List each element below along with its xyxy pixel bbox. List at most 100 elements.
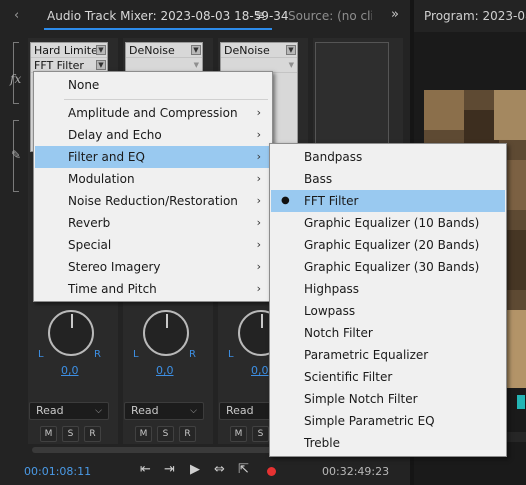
transport-bar: 00:01:08:11 ⇤ ⇥ ▶ ⇔ ⇱ 00:32:49:23 [0, 457, 410, 485]
submenu-item-bandpass[interactable]: Bandpass [271, 146, 505, 168]
chevron-right-icon: › [256, 172, 261, 185]
menu-item-label: Simple Notch Filter [304, 392, 418, 406]
menu-item-label: Notch Filter [304, 326, 373, 340]
play-icon[interactable]: ▶ [190, 462, 200, 477]
menu-item-label: Reverb [68, 216, 111, 230]
effect-slot[interactable]: Hard Limiter ▼ [31, 43, 107, 58]
solo-button[interactable]: S [157, 426, 174, 442]
go-to-in-icon[interactable]: ⇤ [140, 462, 151, 477]
menu-item-special[interactable]: Special › [35, 234, 271, 256]
menu-item-label: Filter and EQ [68, 150, 145, 164]
pan-value[interactable]: 0,0 [61, 364, 79, 377]
pan-value[interactable]: 0,0 [156, 364, 174, 377]
submenu-item-treble[interactable]: Treble [271, 432, 505, 454]
mute-button[interactable]: M [230, 426, 247, 442]
menu-item-label: Highpass [304, 282, 360, 296]
menu-item-label: Parametric Equalizer [304, 348, 429, 362]
mute-button[interactable]: M [135, 426, 152, 442]
chevron-right-icon: › [256, 150, 261, 163]
automation-mode-select[interactable]: Read ⌵ [124, 402, 204, 420]
effect-slots [315, 42, 389, 152]
menu-item-delay-and-echo[interactable]: Delay and Echo › [35, 124, 271, 146]
menu-item-time-and-pitch[interactable]: Time and Pitch › [35, 278, 271, 300]
dropdown-arrow-icon[interactable]: ▼ [96, 60, 106, 70]
submenu-item-graphic-eq-30[interactable]: Graphic Equalizer (30 Bands) [271, 256, 505, 278]
video-block [424, 90, 464, 130]
menu-item-label: Simple Parametric EQ [304, 414, 435, 428]
pan-knob[interactable] [48, 310, 94, 356]
submenu-item-lowpass[interactable]: Lowpass [271, 300, 505, 322]
menu-item-none[interactable]: None [35, 74, 271, 96]
record-button[interactable] [267, 467, 276, 476]
selected-bullet-icon: ● [281, 195, 290, 206]
submenu-item-scientific-filter[interactable]: Scientific Filter [271, 366, 505, 388]
knob-indicator [166, 314, 168, 328]
submenu-item-simple-notch-filter[interactable]: Simple Notch Filter [271, 388, 505, 410]
effect-slot-label: DeNoise [129, 44, 175, 57]
menu-item-modulation[interactable]: Modulation › [35, 168, 271, 190]
pan-value[interactable]: 0,0 [251, 364, 269, 377]
dropdown-arrow-icon[interactable]: ▼ [289, 58, 294, 72]
submenu-item-graphic-eq-10[interactable]: Graphic Equalizer (10 Bands) [271, 212, 505, 234]
menu-item-noise-reduction-restoration[interactable]: Noise Reduction/Restoration › [35, 190, 271, 212]
menu-item-label: Modulation [68, 172, 135, 186]
menu-item-label: Graphic Equalizer (20 Bands) [304, 238, 480, 252]
panel-menu-icon[interactable]: ≡ [255, 8, 265, 22]
dropdown-arrow-icon[interactable]: ▼ [96, 45, 106, 55]
automation-mode-select[interactable]: Read ⌵ [29, 402, 109, 420]
tab-audio-track-mixer[interactable]: Audio Track Mixer: 2023-08-03 18-59-34 [47, 9, 289, 23]
menu-item-label: Graphic Equalizer (30 Bands) [304, 260, 480, 274]
tab-program[interactable]: Program: 2023-08-0 [424, 9, 526, 23]
dropdown-arrow-icon[interactable]: ▼ [191, 45, 201, 55]
video-block [494, 90, 526, 140]
effect-slot[interactable]: DeNoise ▼ [126, 43, 202, 58]
menu-item-label: Bandpass [304, 150, 363, 164]
pan-left-label: L [228, 349, 234, 360]
submenu-item-parametric-equalizer[interactable]: Parametric Equalizer [271, 344, 505, 366]
solo-button[interactable]: S [252, 426, 269, 442]
loop-icon[interactable]: ⇱ [238, 462, 249, 477]
menu-item-amplitude-and-compression[interactable]: Amplitude and Compression › [35, 102, 271, 124]
chevron-right-icon: › [256, 106, 261, 119]
menu-item-stereo-imagery[interactable]: Stereo Imagery › [35, 256, 271, 278]
playhead-marker[interactable] [517, 395, 525, 409]
current-timecode[interactable]: 00:01:08:11 [24, 465, 91, 478]
mixer-row-labels: fx ✎ [0, 32, 28, 452]
menu-item-label: FFT Filter [304, 194, 359, 208]
menu-item-label: Amplitude and Compression [68, 106, 238, 120]
tab-source[interactable]: Source: (no clips [288, 9, 372, 23]
submenu-item-graphic-eq-20[interactable]: Graphic Equalizer (20 Bands) [271, 234, 505, 256]
dropdown-arrow-icon[interactable]: ▼ [286, 45, 296, 55]
filter-eq-submenu: Bandpass Bass ● FFT Filter Graphic Equali… [269, 143, 507, 457]
go-to-out-icon[interactable]: ⇥ [164, 462, 175, 477]
menu-item-reverb[interactable]: Reverb › [35, 212, 271, 234]
menu-item-filter-and-eq[interactable]: Filter and EQ › [35, 146, 271, 168]
chevron-left-icon[interactable]: ‹ [14, 8, 19, 23]
record-enable-button[interactable]: R [84, 426, 101, 442]
play-in-to-out-icon[interactable]: ⇔ [214, 462, 225, 477]
submenu-item-simple-parametric-eq[interactable]: Simple Parametric EQ [271, 410, 505, 432]
pan-knob[interactable] [143, 310, 189, 356]
submenu-item-bass[interactable]: Bass [271, 168, 505, 190]
effect-slot[interactable]: DeNoise ▼ [221, 43, 297, 58]
more-tabs-icon[interactable]: » [391, 7, 399, 22]
mute-button[interactable]: M [40, 426, 57, 442]
automation-mode-value: Read [226, 404, 254, 417]
chevron-right-icon: › [256, 282, 261, 295]
submenu-item-fft-filter[interactable]: ● FFT Filter [271, 190, 505, 212]
record-enable-button[interactable]: R [179, 426, 196, 442]
chevron-right-icon: › [256, 128, 261, 141]
menu-item-label: Graphic Equalizer (10 Bands) [304, 216, 480, 230]
menu-item-label: Lowpass [304, 304, 356, 318]
menu-item-label: Delay and Echo [68, 128, 162, 142]
menu-item-label: Time and Pitch [68, 282, 157, 296]
chevron-down-icon: ⌵ [95, 406, 102, 416]
effect-slot-label: DeNoise [224, 44, 270, 57]
submenu-item-notch-filter[interactable]: Notch Filter [271, 322, 505, 344]
submenu-item-highpass[interactable]: Highpass [271, 278, 505, 300]
knob-indicator [71, 314, 73, 328]
solo-button[interactable]: S [62, 426, 79, 442]
menu-item-label: Scientific Filter [304, 370, 393, 384]
menu-item-label: Special [68, 238, 112, 252]
active-tab-indicator [44, 28, 272, 30]
